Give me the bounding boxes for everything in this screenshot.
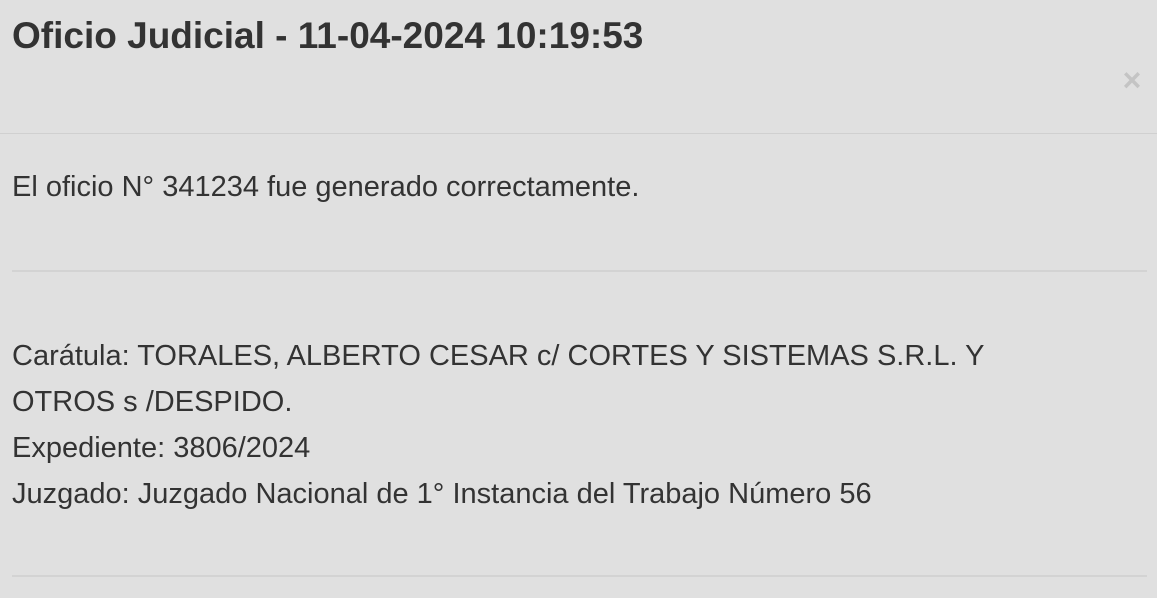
dialog-header: Oficio Judicial - 11-04-2024 10:19:53 × bbox=[0, 0, 1157, 134]
divider bbox=[12, 270, 1147, 272]
divider bbox=[12, 575, 1147, 577]
case-details: Carátula: TORALES, ALBERTO CESAR c/ CORT… bbox=[12, 333, 1132, 517]
close-icon[interactable]: × bbox=[1119, 62, 1145, 98]
caratula-line-1: Carátula: TORALES, ALBERTO CESAR c/ CORT… bbox=[12, 340, 985, 372]
dialog-title: Oficio Judicial - 11-04-2024 10:19:53 bbox=[12, 15, 644, 56]
success-message: El oficio N° 341234 fue generado correct… bbox=[12, 171, 640, 203]
caratula-line-2: OTROS s /DESPIDO. bbox=[12, 386, 293, 418]
oficio-dialog: Oficio Judicial - 11-04-2024 10:19:53 × … bbox=[0, 0, 1157, 598]
juzgado-line: Juzgado: Juzgado Nacional de 1° Instanci… bbox=[12, 478, 872, 510]
expediente-line: Expediente: 3806/2024 bbox=[12, 432, 311, 464]
